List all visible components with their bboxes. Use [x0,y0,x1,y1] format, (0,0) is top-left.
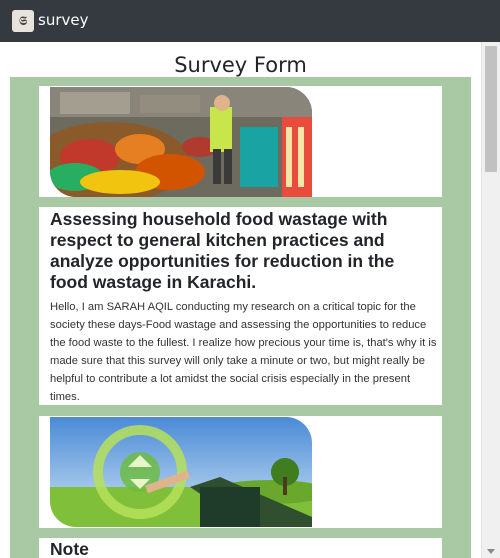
intro-card: Assessing household food wastage with re… [39,207,442,405]
note-card: Note [39,538,442,558]
vertical-scrollbar[interactable] [481,42,500,558]
page-title: Survey Form [174,53,307,77]
recycle-image-card [39,416,442,528]
scrollbar-thumb[interactable] [485,46,497,172]
food-waste-photo [50,87,312,197]
intro-paragraph: Hello, I am SARAH AQIL conducting my res… [50,301,437,403]
note-heading: Note [50,539,89,558]
app-icon: 𝕾 [12,10,34,32]
window-titlebar: 𝕾 survey [0,0,500,42]
window-title: survey [38,11,89,29]
recycle-photo [50,417,312,527]
food-waste-image-card [39,86,442,197]
scroll-down-arrow-icon[interactable] [487,549,495,554]
intro-heading: Assessing household food wastage with re… [50,209,395,292]
